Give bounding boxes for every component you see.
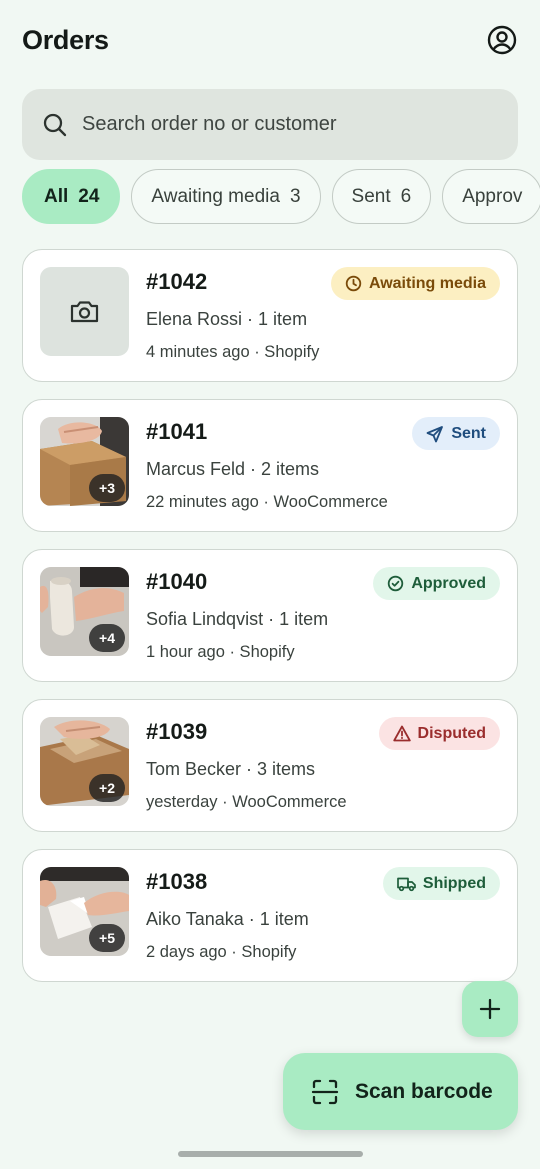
- search-bar[interactable]: [22, 89, 518, 160]
- order-thumbnail: [40, 267, 129, 356]
- chip-label: Awaiting media: [151, 185, 280, 207]
- order-meta: 22 minutes ago · WooCommerce: [146, 493, 388, 511]
- search-icon: [43, 113, 67, 136]
- filter-chips: All 24 Awaiting media 3 Sent 6 Approv: [22, 169, 540, 225]
- order-card[interactable]: +5 #1038 Aiko Tanaka · 1 item 2 days ago…: [22, 849, 518, 982]
- chip-label: Approv: [462, 185, 523, 207]
- order-meta: 2 days ago · Shopify: [146, 943, 297, 961]
- order-meta: 1 hour ago · Shopify: [146, 643, 295, 661]
- page-title: Orders: [22, 24, 109, 55]
- search-input[interactable]: [82, 113, 482, 136]
- camera-icon: [70, 301, 99, 323]
- filter-chip-awaiting-media[interactable]: Awaiting media 3: [131, 169, 321, 224]
- chip-count: 24: [78, 185, 100, 207]
- add-order-button[interactable]: [462, 981, 518, 1037]
- account-circle-icon: [487, 25, 517, 55]
- warning-icon: [392, 725, 411, 742]
- profile-button[interactable]: [486, 24, 518, 56]
- extra-media-count: +3: [89, 474, 125, 502]
- app-header: Orders: [22, 20, 518, 60]
- order-customer: Sofia Lindqvist · 1 item: [146, 609, 329, 629]
- extra-media-count: +4: [89, 624, 125, 652]
- status-label: Awaiting media: [368, 274, 486, 292]
- chip-count: 3: [289, 185, 301, 207]
- chip-label: All: [44, 185, 69, 207]
- status-badge: Sent: [412, 417, 500, 450]
- scan-barcode-icon: [311, 1079, 339, 1104]
- send-icon: [426, 425, 444, 442]
- order-card[interactable]: +4 #1040 Sofia Lindqvist · 1 item 1 hour…: [22, 549, 518, 682]
- filter-chip-sent[interactable]: Sent 6: [331, 169, 432, 224]
- order-thumbnail: +5: [40, 867, 129, 956]
- order-thumbnail: +4: [40, 567, 129, 656]
- extra-media-count: +5: [89, 924, 125, 952]
- home-indicator[interactable]: [178, 1151, 363, 1157]
- order-customer: Marcus Feld · 2 items: [146, 459, 320, 479]
- order-list: #1042 Elena Rossi · 1 item 4 minutes ago…: [22, 249, 518, 999]
- status-label: Shipped: [422, 874, 486, 892]
- status-label: Disputed: [417, 724, 486, 742]
- plus-icon: [479, 998, 501, 1020]
- order-meta: 4 minutes ago · Shopify: [146, 343, 320, 361]
- status-label: Sent: [451, 424, 486, 442]
- truck-icon: [397, 877, 416, 891]
- chip-label: Sent: [351, 185, 391, 207]
- order-card[interactable]: +3 #1041 Marcus Feld · 2 items 22 minute…: [22, 399, 518, 532]
- check-circle-icon: [388, 575, 404, 592]
- order-thumbnail: +2: [40, 717, 129, 806]
- scan-barcode-button[interactable]: Scan barcode: [283, 1053, 518, 1130]
- order-number: #1040: [146, 569, 208, 594]
- status-badge: Disputed: [378, 717, 500, 750]
- order-meta: yesterday · WooCommerce: [146, 793, 347, 811]
- order-customer: Aiko Tanaka · 1 item: [146, 909, 309, 929]
- status-label: Approved: [411, 574, 486, 592]
- order-number: #1041: [146, 419, 208, 444]
- order-thumbnail: +3: [40, 417, 129, 506]
- status-badge: Approved: [373, 567, 500, 600]
- order-customer: Elena Rossi · 1 item: [146, 309, 308, 329]
- status-badge: Awaiting media: [330, 267, 500, 300]
- extra-media-count: +2: [89, 774, 125, 802]
- order-card[interactable]: +2 #1039 Tom Becker · 3 items yesterday …: [22, 699, 518, 832]
- clock-icon: [345, 275, 362, 292]
- filter-chip-all[interactable]: All 24: [22, 169, 121, 224]
- order-number: #1039: [146, 719, 208, 744]
- filter-chip-approved[interactable]: Approv: [442, 169, 540, 224]
- order-customer: Tom Becker · 3 items: [146, 759, 316, 779]
- status-badge: Shipped: [382, 867, 500, 900]
- order-card[interactable]: #1042 Elena Rossi · 1 item 4 minutes ago…: [22, 249, 518, 382]
- chip-count: 6: [400, 185, 412, 207]
- order-number: #1042: [146, 269, 208, 294]
- order-number: #1038: [146, 869, 208, 894]
- scan-barcode-label: Scan barcode: [355, 1079, 493, 1103]
